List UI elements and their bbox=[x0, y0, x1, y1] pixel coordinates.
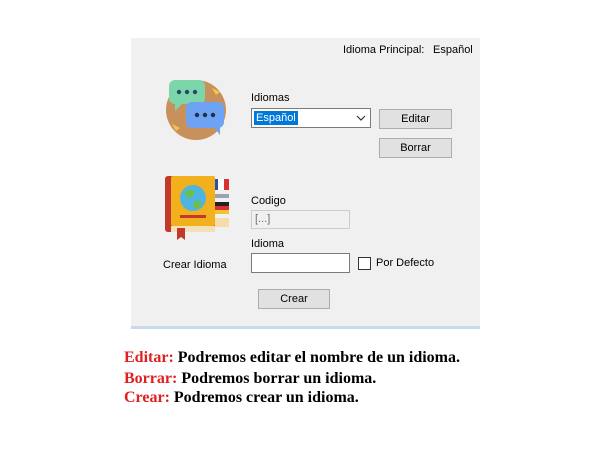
languages-label: Idiomas bbox=[251, 92, 290, 104]
code-field: [...] bbox=[251, 210, 350, 229]
description-text: Podremos editar el nombre de un idioma. bbox=[173, 349, 461, 366]
description-edit: Editar: Podremos editar el nombre de un … bbox=[124, 349, 460, 367]
default-checkbox-label: Por Defecto bbox=[376, 257, 435, 269]
description-create: Crear: Podremos crear un idioma. bbox=[124, 389, 359, 407]
description-term: Borrar: bbox=[124, 370, 178, 387]
language-name-input[interactable] bbox=[251, 253, 350, 273]
chevron-down-icon[interactable] bbox=[354, 112, 368, 124]
language-name-label: Idioma bbox=[251, 238, 285, 250]
description-text: Podremos crear un idioma. bbox=[169, 389, 359, 406]
create-button[interactable]: Crear bbox=[258, 289, 330, 309]
window-bottom-edge bbox=[131, 326, 480, 329]
description-delete: Borrar: Podremos borrar un idioma. bbox=[124, 370, 376, 388]
default-checkbox[interactable] bbox=[358, 257, 371, 270]
dictionary-book-icon bbox=[165, 176, 229, 240]
language-select[interactable]: Español bbox=[251, 108, 371, 128]
language-select-value: Español bbox=[254, 111, 298, 125]
main-language-label: Idioma Principal: bbox=[343, 44, 425, 56]
main-language-value: Español bbox=[433, 44, 473, 56]
edit-button[interactable]: Editar bbox=[379, 109, 452, 129]
delete-button[interactable]: Borrar bbox=[379, 138, 452, 158]
description-term: Editar: bbox=[124, 349, 174, 366]
chat-bubbles-icon bbox=[166, 80, 226, 140]
code-label: Codigo bbox=[251, 195, 286, 207]
description-term: Crear: bbox=[124, 389, 170, 406]
description-text: Podremos borrar un idioma. bbox=[177, 370, 377, 387]
create-language-title: Crear Idioma bbox=[163, 259, 227, 271]
